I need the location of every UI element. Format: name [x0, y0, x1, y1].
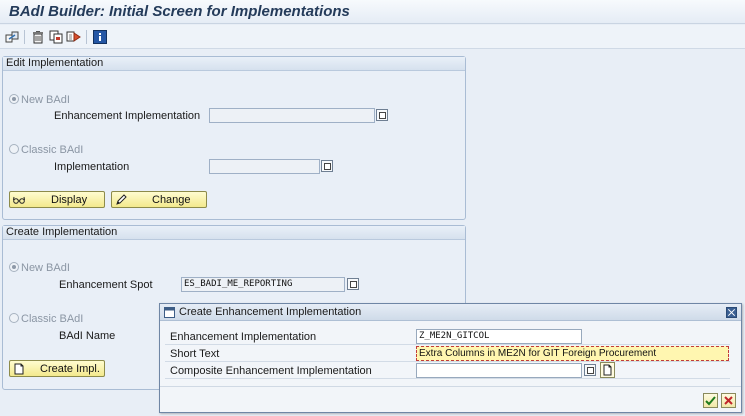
dialog-close-icon[interactable] — [726, 307, 737, 318]
create-classic-badi-label: Classic BAdI — [21, 313, 84, 325]
radio-unselected-icon[interactable] — [9, 313, 19, 323]
edit-enhancement-implementation-label: Enhancement Implementation — [54, 110, 201, 122]
dialog-title-bar: Create Enhancement Implementation — [160, 304, 741, 321]
other-object-icon[interactable] — [4, 29, 20, 45]
value-help-icon[interactable] — [347, 278, 359, 290]
dialog-composite-enhancement-implementation-input[interactable] — [416, 363, 582, 378]
dialog-row-enhancement-implementation: Enhancement Implementation Z_ME2N_GITCOL — [165, 328, 730, 345]
edit-implementation-label: Implementation — [54, 161, 130, 173]
create-group-title: Create Implementation — [3, 226, 465, 240]
edit-enhancement-implementation-input[interactable] — [209, 108, 375, 123]
dialog-footer-divider — [160, 386, 741, 387]
dialog-title: Create Enhancement Implementation — [179, 306, 362, 318]
change-button-label: Change — [152, 194, 191, 206]
create-document-icon[interactable] — [600, 362, 615, 378]
toolbar-separator — [86, 30, 87, 44]
dialog-cancel-button[interactable] — [721, 393, 736, 408]
edit-group-title: Edit Implementation — [3, 57, 465, 71]
delete-icon[interactable] — [30, 29, 46, 45]
dialog-confirm-button[interactable] — [703, 393, 718, 408]
badi-name-label: BAdI Name — [59, 330, 116, 342]
value-help-icon[interactable] — [321, 160, 333, 172]
edit-new-badi-label: New BAdI — [21, 94, 70, 106]
create-implementation-button[interactable]: Create Impl. — [9, 360, 105, 377]
edit-implementation-input[interactable] — [209, 159, 320, 174]
window-title: BAdI Builder: Initial Screen for Impleme… — [9, 3, 350, 20]
display-button-label: Display — [51, 194, 88, 206]
copy-icon[interactable] — [48, 29, 64, 45]
radio-selected-icon[interactable] — [9, 94, 19, 104]
create-enhancement-implementation-dialog: Create Enhancement Implementation Enhanc… — [159, 303, 742, 413]
rename-icon[interactable] — [66, 29, 82, 45]
application-toolbar — [0, 25, 745, 49]
edit-classic-badi-radio[interactable]: Classic BAdI — [9, 144, 83, 156]
information-icon[interactable] — [92, 29, 108, 45]
pencil-icon — [116, 194, 127, 205]
radio-unselected-icon[interactable] — [9, 144, 19, 154]
cancel-x-icon — [724, 396, 733, 405]
display-button[interactable]: Display — [9, 191, 105, 208]
dialog-composite-enhancement-implementation-label: Composite Enhancement Implementation — [170, 365, 372, 377]
dialog-window-icon — [164, 307, 175, 318]
edit-classic-badi-label: Classic BAdI — [21, 144, 84, 156]
dialog-enhancement-implementation-label: Enhancement Implementation — [170, 331, 317, 343]
dialog-row-short-text: Short Text Extra Columns in ME2N for GIT… — [165, 345, 730, 362]
create-implementation-button-label: Create Impl. — [40, 363, 100, 375]
radio-selected-icon[interactable] — [9, 262, 19, 272]
window-title-bar: BAdI Builder: Initial Screen for Impleme… — [0, 0, 745, 24]
dialog-short-text-input[interactable]: Extra Columns in ME2N for GIT Foreign Pr… — [416, 346, 729, 361]
edit-new-badi-radio[interactable]: New BAdI — [9, 94, 70, 106]
change-button[interactable]: Change — [111, 191, 207, 208]
create-new-badi-radio[interactable]: New BAdI — [9, 262, 70, 274]
edit-implementation-group: Edit Implementation New BAdI Enhancement… — [2, 56, 466, 220]
dialog-short-text-label: Short Text — [170, 348, 220, 360]
create-classic-badi-radio[interactable]: Classic BAdI — [9, 313, 83, 325]
checkmark-icon — [705, 396, 716, 406]
dialog-row-composite-enhancement-implementation: Composite Enhancement Implementation — [165, 362, 730, 379]
value-help-icon[interactable] — [584, 364, 596, 376]
display-glasses-icon — [13, 196, 25, 204]
dialog-enhancement-implementation-input[interactable]: Z_ME2N_GITCOL — [416, 329, 582, 344]
enhancement-spot-label: Enhancement Spot — [59, 279, 153, 291]
toolbar-separator — [24, 30, 25, 44]
create-document-icon — [14, 363, 24, 375]
create-new-badi-label: New BAdI — [21, 262, 70, 274]
value-help-icon[interactable] — [376, 109, 388, 121]
enhancement-spot-input[interactable]: ES_BADI_ME_REPORTING — [181, 277, 345, 292]
